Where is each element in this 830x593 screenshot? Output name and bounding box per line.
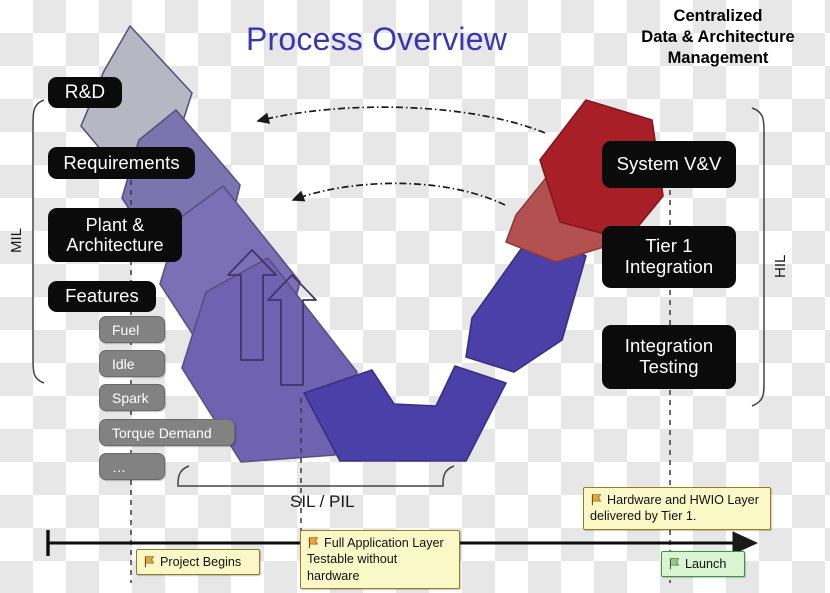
- bracket-label-hil: HIL: [772, 254, 789, 278]
- bracket-label-mil: MIL: [8, 227, 25, 253]
- header-line-1: Centralized: [673, 7, 763, 25]
- callout-launch-text: Launch: [685, 557, 727, 571]
- feature-pill-spark[interactable]: Spark: [99, 384, 165, 411]
- mil-bracket: [32, 99, 45, 384]
- phase-chip-integration-testing-line-1: Integration: [624, 335, 714, 357]
- phase-chip-integration-testing-line-2: Testing: [639, 356, 699, 377]
- feature-pill-torque-demand[interactable]: Torque Demand: [99, 419, 235, 446]
- phase-chip-tier1-integration[interactable]: Tier 1 Integration: [602, 226, 736, 288]
- hil-bracket: [751, 107, 765, 407]
- callout-project-begins-text: Project Begins: [160, 555, 242, 569]
- callout-full-application-layer-text: Full Application Layer Testable without …: [307, 536, 444, 583]
- header-block: Centralized Data & Architecture Manageme…: [612, 6, 824, 69]
- phase-chip-plant-line-2: Architecture: [66, 235, 164, 255]
- callout-hardware-hwio-text: Hardware and HWIO Layer delivered by Tie…: [590, 493, 759, 524]
- phase-chip-requirements-label: Requirements: [63, 151, 180, 173]
- phase-chip-tier1-line-2: Integration: [624, 256, 714, 277]
- phase-chip-plant-line-1: Plant &: [85, 214, 145, 235]
- feature-pill-torque-demand-label: Torque Demand: [112, 424, 212, 441]
- phase-chip-rd-label: R&D: [64, 81, 106, 103]
- feature-pill-idle-label: Idle: [112, 355, 135, 372]
- callout-launch[interactable]: Launch: [661, 551, 745, 578]
- sil-pil-bracket: [177, 465, 455, 487]
- flag-icon: [144, 556, 155, 568]
- header-line-2: Data & Architecture: [641, 28, 795, 47]
- bracket-label-sil-pil: SIL / PIL: [290, 492, 355, 511]
- flag-icon: [669, 558, 680, 570]
- callout-project-begins[interactable]: Project Begins: [136, 549, 260, 576]
- phase-chip-system-vv-label: System V&V: [616, 153, 722, 175]
- feedback-arrow-bottom: [291, 182, 506, 206]
- phase-chip-requirements[interactable]: Requirements: [48, 147, 195, 179]
- callout-hardware-hwio[interactable]: Hardware and HWIO Layer delivered by Tie…: [583, 487, 771, 530]
- flag-icon: [591, 494, 602, 506]
- feature-pill-more-label: …: [112, 458, 126, 475]
- diagram-canvas: Process Overview Centralized Data & Arch…: [0, 0, 830, 593]
- feature-pill-spark-label: Spark: [112, 389, 149, 406]
- phase-chip-features[interactable]: Features: [48, 281, 156, 312]
- phase-chip-system-vv[interactable]: System V&V: [602, 141, 736, 188]
- feedback-arrow-top: [256, 106, 546, 134]
- feedback-arrows: [256, 106, 546, 206]
- feature-pill-more[interactable]: …: [99, 453, 165, 480]
- feature-pill-fuel-label: Fuel: [112, 321, 140, 338]
- phase-chip-features-label: Features: [65, 285, 139, 307]
- phase-chip-rd[interactable]: R&D: [48, 77, 122, 108]
- feature-pill-fuel[interactable]: Fuel: [99, 316, 165, 343]
- phase-chip-tier1-line-1: Tier 1: [645, 235, 693, 257]
- feature-pill-idle[interactable]: Idle: [99, 350, 165, 377]
- phase-chip-integration-testing[interactable]: Integration Testing: [602, 325, 736, 389]
- callout-full-application-layer[interactable]: Full Application Layer Testable without …: [300, 530, 460, 590]
- phase-chip-plant-architecture[interactable]: Plant & Architecture: [48, 208, 182, 262]
- flag-icon: [308, 537, 319, 549]
- page-title: Process Overview: [246, 21, 508, 57]
- header-line-3: Management: [667, 49, 769, 68]
